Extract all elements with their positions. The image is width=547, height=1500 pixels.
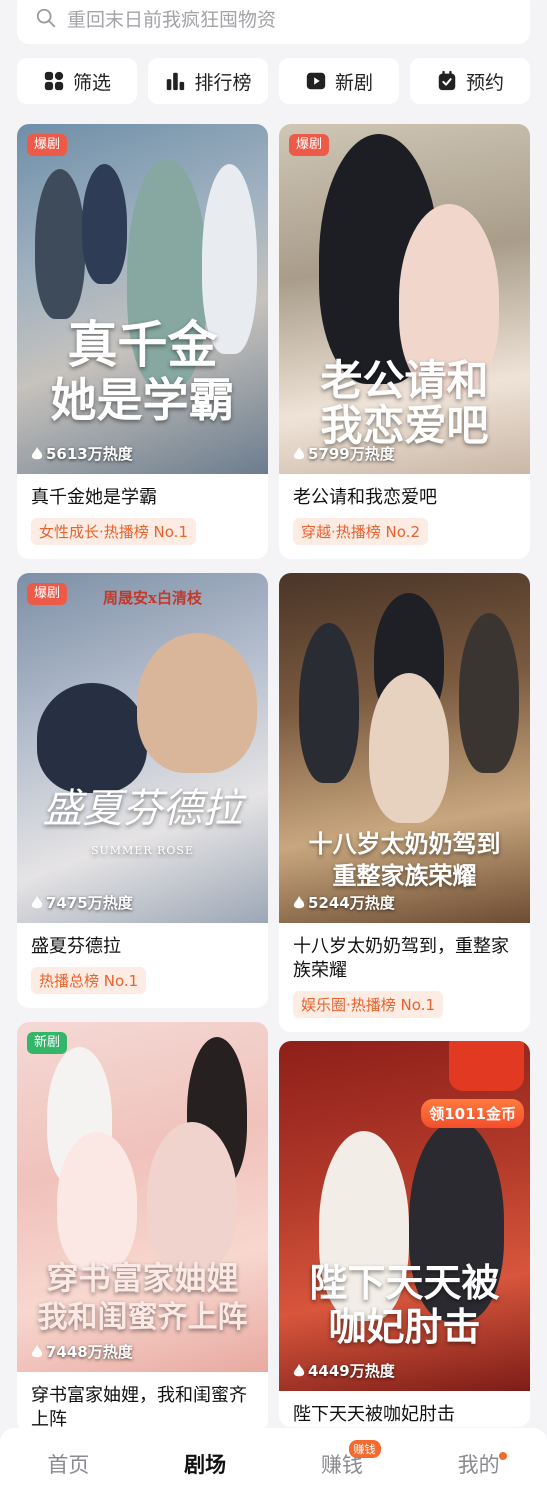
heat-text: 7448万热度 bbox=[46, 1343, 133, 1361]
poster-figure bbox=[37, 683, 147, 793]
drama-poster[interactable]: 爆剧 真千金 她是学霸 5613万热度 bbox=[17, 124, 268, 474]
drama-card[interactable]: 新剧 穿书富家妯娌 我和闺蜜齐上阵 7448万热度 穿书富家妯娌，我和闺蜜齐上阵 bbox=[17, 1022, 268, 1432]
drama-card[interactable]: 爆剧 老公请和 我恋爱吧 5799万热度 老公请和我恋爱吧 穿越·热播榜 No.… bbox=[279, 124, 530, 559]
search-icon bbox=[36, 8, 56, 28]
heat-count: 5799万热度 bbox=[293, 443, 395, 464]
red-envelope-icon bbox=[449, 1041, 524, 1091]
heat-text: 7475万热度 bbox=[46, 894, 133, 912]
drama-poster[interactable]: 领1011金币 陛下天天被 咖妃肘击 4449万热度 bbox=[279, 1041, 530, 1391]
flame-icon bbox=[293, 1363, 305, 1376]
tab-home[interactable]: 首页 bbox=[0, 1428, 137, 1500]
drama-tag: 女性成长·热播榜 No.1 bbox=[31, 518, 196, 545]
poster-title-line2: 咖妃肘击 bbox=[328, 1304, 481, 1349]
ranking-button[interactable]: 排行榜 bbox=[148, 58, 268, 104]
drama-poster[interactable]: 爆剧 老公请和 我恋爱吧 5799万热度 bbox=[279, 124, 530, 474]
heat-count: 7448万热度 bbox=[31, 1341, 133, 1362]
poster-figure bbox=[82, 164, 127, 284]
tab-label: 首页 bbox=[47, 1453, 90, 1477]
reserve-button[interactable]: 预约 bbox=[410, 58, 530, 104]
tab-me[interactable]: 我的 bbox=[410, 1428, 547, 1500]
filter-label: 筛选 bbox=[72, 71, 111, 94]
poster-title-line2: 重整家族荣耀 bbox=[332, 861, 477, 890]
drama-title: 穿书富家妯娌，我和闺蜜齐上阵 bbox=[31, 1385, 247, 1430]
poster-title-line1: 盛夏芬德拉 bbox=[42, 786, 243, 832]
poster-figure bbox=[147, 1122, 237, 1272]
earn-pill-badge: 赚钱 bbox=[348, 1440, 381, 1458]
poster-title-line1: 真千金 bbox=[67, 315, 218, 374]
drama-card[interactable]: 领1011金币 陛下天天被 咖妃肘击 4449万热度 陛下天天被咖妃肘击 bbox=[279, 1041, 530, 1427]
new-drama-label: 新剧 bbox=[334, 71, 373, 94]
bar-chart-icon bbox=[167, 72, 185, 91]
drama-poster[interactable]: 爆剧 周晟安x白清枝 盛夏芬德拉 SUMMER ROSE 7475万热度 bbox=[17, 573, 268, 923]
poster-title-line1: 穿书富家妯娌 bbox=[46, 1259, 239, 1297]
heat-count: 7475万热度 bbox=[31, 892, 133, 913]
filter-button[interactable]: 筛选 bbox=[17, 58, 137, 104]
notification-dot bbox=[499, 1452, 508, 1460]
play-square-icon bbox=[306, 72, 326, 90]
drama-title: 老公请和我恋爱吧 bbox=[293, 487, 437, 508]
hot-badge: 爆剧 bbox=[289, 134, 330, 156]
drama-title: 盛夏芬德拉 bbox=[31, 936, 121, 957]
drama-card[interactable]: 爆剧 真千金 她是学霸 5613万热度 真千金她是学霸 女性成长·热播榜 No.… bbox=[17, 124, 268, 559]
tab-label: 我的 bbox=[457, 1453, 500, 1477]
poster-cast: 周晟安x白清枝 bbox=[103, 589, 202, 607]
search-placeholder: 重回末日前我疯狂囤物资 bbox=[67, 8, 277, 31]
category-row: 筛选 排行榜 新剧 预约 bbox=[17, 58, 530, 104]
calendar-check-icon bbox=[438, 70, 456, 91]
poster-title-line2: 我和闺蜜齐上阵 bbox=[37, 1300, 248, 1335]
tab-earn[interactable]: 赚钱 赚钱 bbox=[274, 1428, 411, 1500]
poster-title-line2: 我恋爱吧 bbox=[320, 401, 489, 450]
hot-badge: 爆剧 bbox=[27, 583, 68, 605]
heat-text: 5799万热度 bbox=[308, 445, 395, 463]
drama-card[interactable]: 爆剧 周晟安x白清枝 盛夏芬德拉 SUMMER ROSE 7475万热度 盛夏芬… bbox=[17, 573, 268, 1008]
new-drama-button[interactable]: 新剧 bbox=[279, 58, 399, 104]
poster-figure bbox=[299, 623, 359, 783]
reserve-label: 预约 bbox=[465, 71, 504, 94]
bottom-tab-bar: 首页 剧场 赚钱 赚钱 我的 bbox=[0, 1428, 547, 1500]
drama-tag: 穿越·热播榜 No.2 bbox=[293, 518, 428, 545]
heat-text: 4449万热度 bbox=[308, 1362, 395, 1380]
flame-icon bbox=[293, 895, 305, 908]
drama-poster[interactable]: 新剧 穿书富家妯娌 我和闺蜜齐上阵 7448万热度 bbox=[17, 1022, 268, 1372]
poster-title-line1: 陛下天天被 bbox=[309, 1260, 500, 1305]
drama-poster[interactable]: 十八岁太奶奶驾到 重整家族荣耀 5244万热度 bbox=[279, 573, 530, 923]
drama-title: 陛下天天被咖妃肘击 bbox=[293, 1404, 455, 1425]
tab-theater[interactable]: 剧场 bbox=[137, 1428, 274, 1500]
flame-icon bbox=[31, 446, 43, 459]
poster-figure bbox=[459, 613, 519, 773]
poster-subtitle: SUMMER ROSE bbox=[90, 844, 194, 857]
heat-text: 5613万热度 bbox=[46, 445, 133, 463]
tab-label: 剧场 bbox=[184, 1453, 227, 1477]
drama-card[interactable]: 十八岁太奶奶驾到 重整家族荣耀 5244万热度 十八岁太奶奶驾到，重整家族荣耀 … bbox=[279, 573, 530, 1032]
coin-reward-button[interactable]: 领1011金币 bbox=[421, 1099, 524, 1128]
heat-count: 5244万热度 bbox=[293, 892, 395, 913]
poster-figure bbox=[369, 673, 449, 823]
drama-tag: 热播总榜 No.1 bbox=[31, 967, 147, 994]
heat-text: 5244万热度 bbox=[308, 894, 395, 912]
poster-figure bbox=[57, 1132, 137, 1272]
new-badge: 新剧 bbox=[27, 1032, 68, 1054]
poster-figure bbox=[137, 633, 257, 773]
poster-figure bbox=[35, 169, 85, 319]
poster-title-line1: 老公请和 bbox=[320, 356, 489, 405]
heat-count: 5613万热度 bbox=[31, 443, 133, 464]
poster-title-line1: 十八岁太奶奶驾到 bbox=[308, 829, 501, 858]
drama-tag: 娱乐圈·热播榜 No.1 bbox=[293, 991, 443, 1018]
hot-badge: 爆剧 bbox=[27, 134, 68, 156]
flame-icon bbox=[31, 895, 43, 908]
search-bar[interactable]: 重回末日前我疯狂囤物资 bbox=[17, 0, 530, 44]
drama-title: 真千金她是学霸 bbox=[31, 487, 157, 508]
heat-count: 4449万热度 bbox=[293, 1360, 395, 1381]
flame-icon bbox=[293, 446, 305, 459]
filter-grid-icon bbox=[44, 71, 64, 91]
poster-title-line2: 她是学霸 bbox=[50, 373, 235, 427]
drama-title: 十八岁太奶奶驾到，重整家族荣耀 bbox=[293, 936, 509, 981]
ranking-label: 排行榜 bbox=[194, 71, 252, 94]
flame-icon bbox=[31, 1344, 43, 1357]
